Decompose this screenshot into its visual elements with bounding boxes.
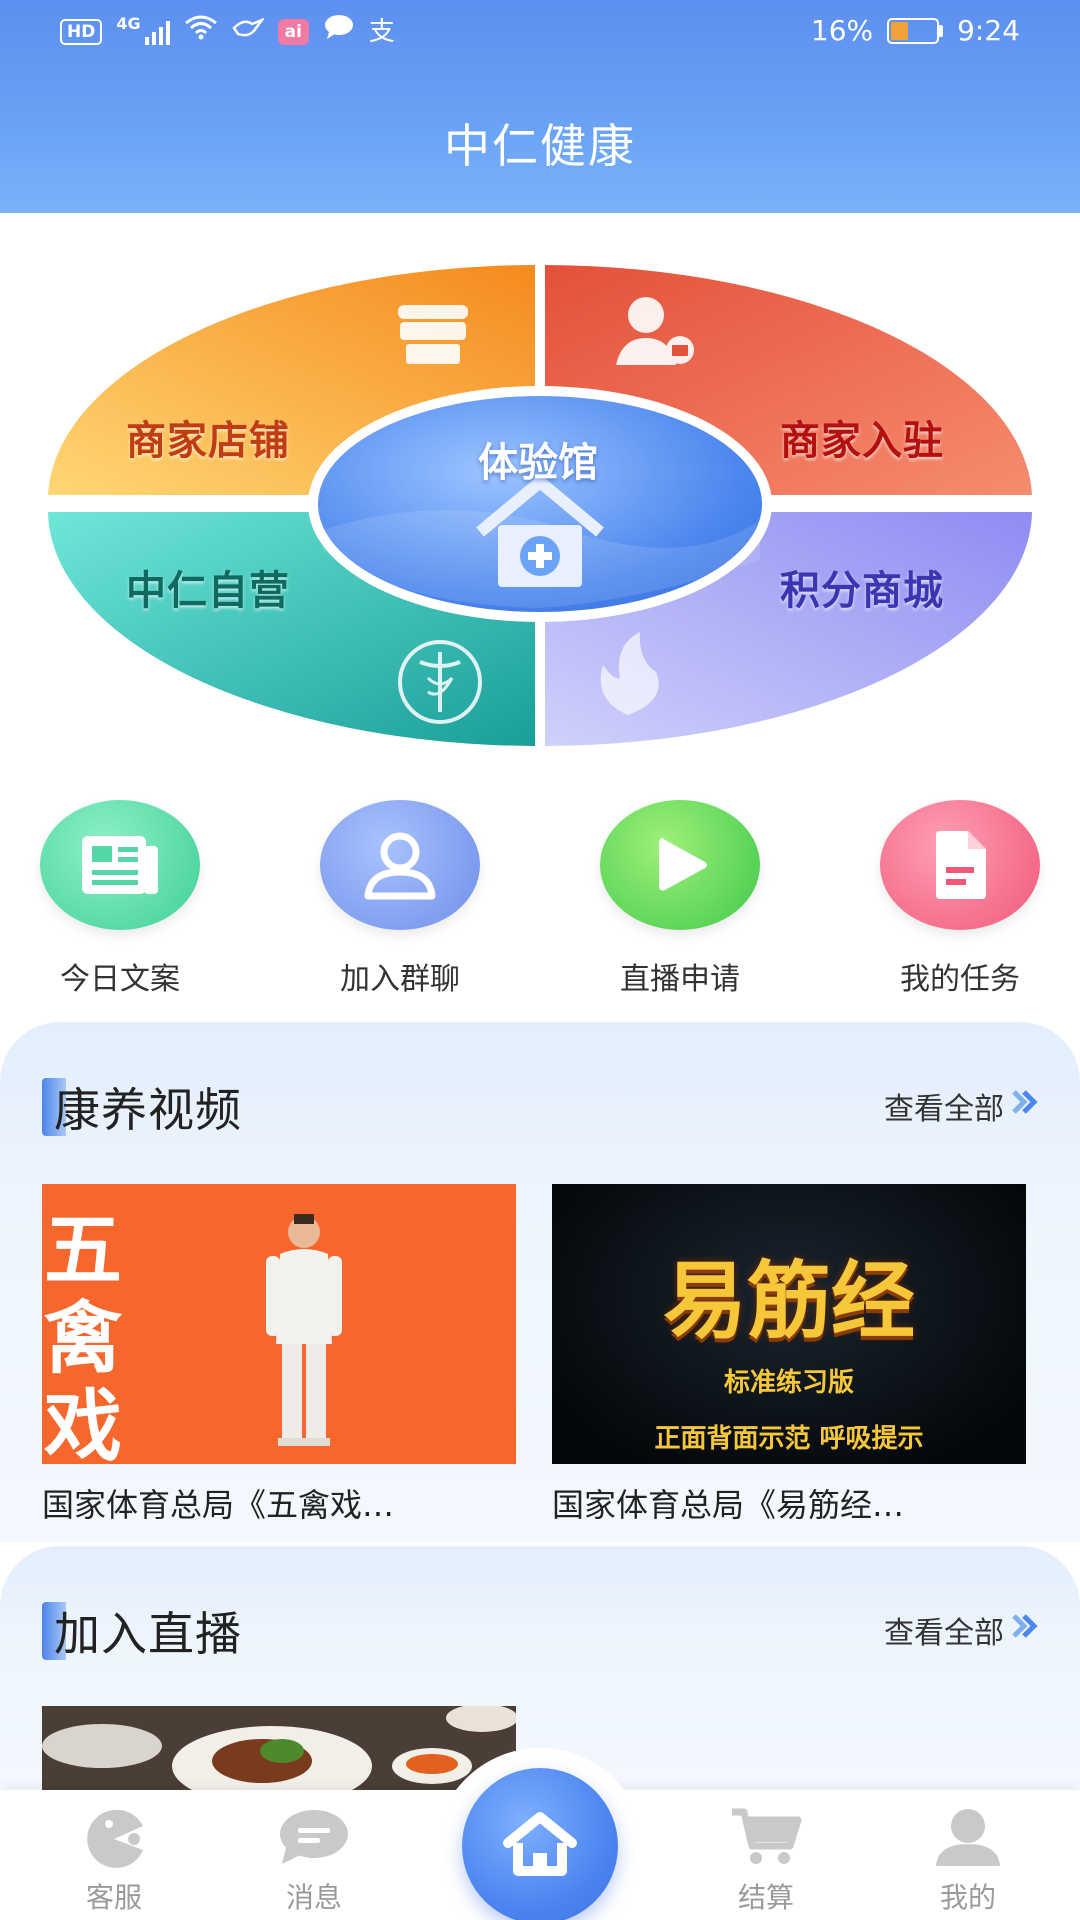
my-tasks-label: 我的任务: [900, 962, 1020, 997]
view-all-label: 查看全部: [884, 1616, 1004, 1651]
cart-icon: [686, 1802, 846, 1872]
view-all-label: 查看全部: [884, 1092, 1004, 1127]
view-all-videos-link[interactable]: 查看全部: [884, 1084, 1040, 1128]
thumb-subtitle: 标准练习版: [723, 1368, 854, 1398]
status-left: HD 4G ai 支: [60, 14, 395, 49]
shop-label: 商家店铺: [126, 418, 290, 464]
section-title: 康养视频: [54, 1083, 242, 1137]
user-icon: [320, 800, 480, 930]
nav-label: 我的: [939, 1881, 996, 1914]
live-thumbnail[interactable]: [42, 1706, 516, 1796]
double-chevron-right-icon: [1010, 1088, 1040, 1124]
nav-home-button[interactable]: [462, 1768, 618, 1920]
section-title: 加入直播: [54, 1607, 242, 1661]
section-header: 加入直播 查看全部: [42, 1598, 1040, 1661]
page-title: 中仁健康: [444, 119, 636, 173]
today-copy-button[interactable]: 今日文案: [10, 800, 230, 998]
alipay-icon: 支: [368, 16, 395, 47]
newspaper-icon: [40, 800, 200, 930]
nav-checkout[interactable]: 结算: [686, 1802, 846, 1916]
food-image: [42, 1706, 516, 1796]
wifi-icon: [184, 14, 218, 49]
network-type: 4G: [116, 14, 141, 33]
self-run-label: 中仁自营: [126, 568, 290, 614]
video-thumbnail: 易筋经 标准练习版 正面背面示范 呼吸提示: [552, 1184, 1026, 1464]
double-chevron-right-icon: [1010, 1612, 1040, 1648]
nav-customer-service[interactable]: 客服: [34, 1802, 194, 1916]
center-label: 体验馆: [478, 440, 598, 486]
hd-badge: HD: [60, 18, 103, 45]
home-icon: [500, 1809, 580, 1883]
nav-label: 客服: [85, 1881, 142, 1914]
battery-percent: 16%: [810, 14, 874, 47]
signal-icon: [144, 19, 170, 45]
app-header: HD 4G ai 支 16% 9:24 中仁健康: [0, 0, 1080, 213]
bird-icon: [232, 15, 266, 49]
nav-messages[interactable]: 消息: [234, 1802, 394, 1916]
join-group-label: 加入群聊: [340, 962, 460, 997]
video-card[interactable]: 五 禽 戏 国家体育总局《五禽戏…: [42, 1184, 516, 1526]
health-video-section: 康养视频 查看全部 五 禽 戏 国家体育总局《五禽戏… 易筋经 标准练习版 正面…: [0, 1022, 1080, 1542]
join-group-button[interactable]: 加入群聊: [290, 800, 510, 998]
today-copy-label: 今日文案: [60, 962, 180, 997]
video-title: 国家体育总局《五禽戏…: [42, 1486, 395, 1524]
ai-badge: ai: [277, 18, 309, 45]
customer-service-icon: [34, 1802, 194, 1872]
live-apply-label: 直播申请: [620, 962, 740, 997]
section-header: 康养视频 查看全部: [42, 1074, 1040, 1137]
view-all-live-link[interactable]: 查看全部: [884, 1608, 1040, 1652]
quick-actions: 今日文案 加入群聊 直播申请 我的任务: [0, 800, 1080, 997]
my-tasks-button[interactable]: 我的任务: [850, 800, 1070, 998]
ellipse-menu: 体验馆 商家店铺 商家入驻 中仁自营 积分商城: [48, 260, 1032, 750]
clock: 9:24: [957, 14, 1020, 47]
nav-profile[interactable]: 我的: [888, 1802, 1048, 1916]
status-right: 16% 9:24: [811, 14, 1020, 47]
figure-illustration: [266, 1214, 342, 1446]
play-icon: [600, 800, 760, 930]
video-thumbnail: 五 禽 戏: [42, 1184, 516, 1464]
video-card[interactable]: 易筋经 标准练习版 正面背面示范 呼吸提示 国家体育总局《易筋经…: [552, 1184, 1026, 1526]
battery-icon: [887, 17, 944, 44]
live-apply-button[interactable]: 直播申请: [570, 800, 790, 998]
status-bar: HD 4G ai 支 16% 9:24: [0, 0, 1080, 66]
profile-icon: [888, 1802, 1048, 1872]
chat-icon: [323, 14, 355, 49]
nav-label: 消息: [285, 1881, 342, 1914]
message-icon: [234, 1802, 394, 1872]
thumb-caption: 正面背面示范 呼吸提示: [654, 1424, 924, 1454]
thumb-title: 易筋经: [662, 1252, 915, 1350]
document-icon: [880, 800, 1040, 930]
nav-label: 结算: [737, 1881, 794, 1914]
points-mall-label: 积分商城: [780, 568, 944, 614]
merchant-join-label: 商家入驻: [780, 418, 944, 464]
store-icon: [398, 305, 468, 364]
video-title: 国家体育总局《易筋经…: [552, 1486, 905, 1524]
